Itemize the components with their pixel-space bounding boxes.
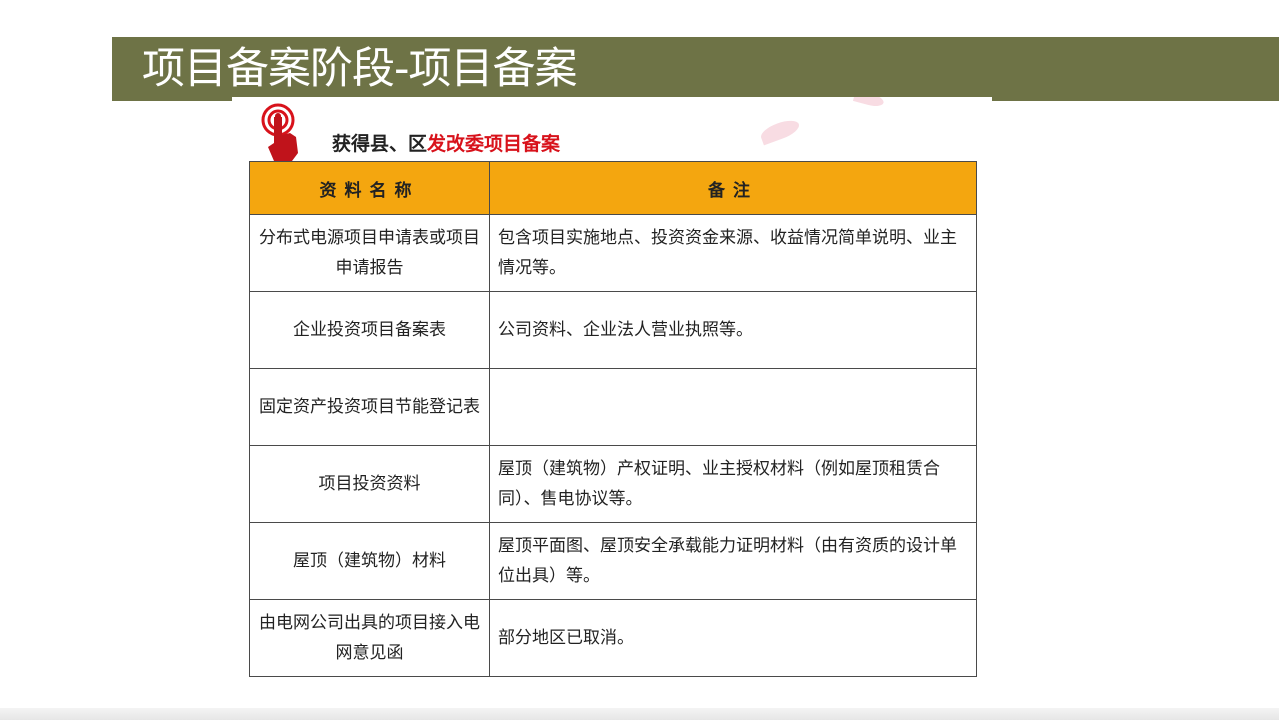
row-note: 屋顶平面图、屋顶安全承载能力证明材料（由有资质的设计单位出具）等。 (489, 522, 977, 600)
row-name: 屋顶（建筑物）材料 (249, 522, 490, 600)
table-row: 项目投资资料 屋顶（建筑物）产权证明、业主授权材料（例如屋顶租赁合同）、售电协议… (249, 445, 977, 523)
row-name: 由电网公司出具的项目接入电网意见函 (249, 599, 490, 677)
heading-prefix: 获得县、区 (332, 133, 428, 155)
content-card: 获得县、区发改委项目备案 资料名称 备注 分布式电源项目申请表或项目申请报告 包… (232, 97, 992, 689)
row-name: 项目投资资料 (249, 445, 490, 523)
slide-bottom-edge (0, 708, 1279, 720)
row-name: 企业投资项目备案表 (249, 291, 490, 369)
header-name: 资料名称 (249, 161, 490, 215)
row-note: 包含项目实施地点、投资资金来源、收益情况简单说明、业主情况等。 (489, 214, 977, 292)
row-name: 分布式电源项目申请表或项目申请报告 (249, 214, 490, 292)
table-row: 分布式电源项目申请表或项目申请报告 包含项目实施地点、投资资金来源、收益情况简单… (249, 214, 977, 292)
title-bar: 项目备案阶段-项目备案 (112, 37, 1279, 101)
table-header-row: 资料名称 备注 (249, 161, 977, 215)
heading-highlight: 发改委项目备案 (427, 133, 561, 155)
table-row: 屋顶（建筑物）材料 屋顶平面图、屋顶安全承载能力证明材料（由有资质的设计单位出具… (249, 522, 977, 600)
table-row: 由电网公司出具的项目接入电网意见函 部分地区已取消。 (249, 599, 977, 677)
table-row: 企业投资项目备案表 公司资料、企业法人营业执照等。 (249, 291, 977, 369)
row-note: 公司资料、企业法人营业执照等。 (489, 291, 977, 369)
slide-title: 项目备案阶段-项目备案 (142, 44, 578, 94)
row-name: 固定资产投资项目节能登记表 (249, 368, 490, 446)
row-note (489, 368, 977, 446)
heading-text: 获得县、区发改委项目备案 (332, 129, 560, 156)
requirements-table: 资料名称 备注 分布式电源项目申请表或项目申请报告 包含项目实施地点、投资资金来… (249, 161, 977, 677)
section-heading: 获得县、区发改委项目备案 (260, 103, 960, 163)
row-note: 屋顶（建筑物）产权证明、业主授权材料（例如屋顶租赁合同）、售电协议等。 (489, 445, 977, 523)
table-row: 固定资产投资项目节能登记表 (249, 368, 977, 446)
row-note: 部分地区已取消。 (489, 599, 977, 677)
header-note: 备注 (489, 161, 977, 215)
pointing-hand-icon (261, 103, 298, 161)
